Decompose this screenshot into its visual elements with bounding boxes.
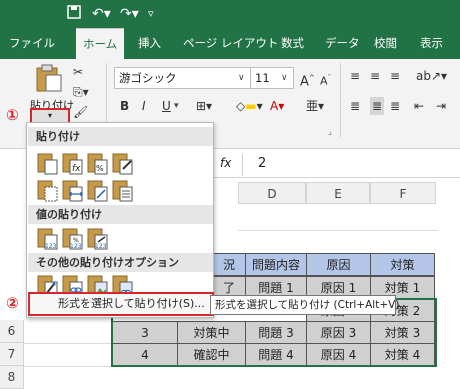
- indent-decrease-icon[interactable]: ⇤: [414, 97, 424, 115]
- svg-text:123: 123: [70, 243, 82, 250]
- table-cell[interactable]: 確認中: [177, 343, 246, 366]
- table-cell[interactable]: 4: [112, 343, 178, 366]
- format-painter-icon[interactable]: 🖌: [73, 103, 88, 121]
- customize-qa-icon[interactable]: ▿: [148, 5, 154, 23]
- paste-keep-column-widths-icon[interactable]: [61, 178, 84, 203]
- align-center-icon[interactable]: ≣: [370, 97, 385, 115]
- section-values-header: 値の貼り付け: [28, 205, 213, 224]
- svg-text:123: 123: [45, 243, 57, 250]
- paste-icon[interactable]: [36, 151, 59, 176]
- save-icon[interactable]: [67, 5, 81, 24]
- table-cell[interactable]: 原因 4: [306, 343, 371, 366]
- paste-no-borders-icon[interactable]: [36, 178, 59, 203]
- chevron-down-icon[interactable]: ▾: [174, 101, 179, 111]
- align-middle-icon[interactable]: ≡: [370, 67, 380, 85]
- paste-keep-source-formatting-icon[interactable]: [111, 151, 134, 176]
- tab-data[interactable]: データ: [325, 28, 360, 59]
- chevron-down-icon[interactable]: ∨: [238, 73, 245, 83]
- svg-text:123: 123: [95, 243, 107, 250]
- svg-text:%: %: [96, 164, 104, 173]
- table-cell[interactable]: 原因 3: [306, 321, 371, 344]
- cut-icon[interactable]: ✂: [73, 63, 83, 81]
- tab-file[interactable]: ファイル: [9, 28, 55, 59]
- paste-values-number-format-icon[interactable]: %123: [61, 226, 84, 251]
- section-other-options-header: その他の貼り付けオプション: [28, 253, 213, 272]
- orientation-icon[interactable]: ab↗▾: [416, 67, 447, 85]
- divider: [340, 63, 341, 137]
- row-header-6[interactable]: 6: [0, 320, 24, 343]
- paste-options-menu: 貼り付け fx % 値の貼り付け 123 % 123 123 その他の貼り付けオプ…: [26, 122, 214, 318]
- section-paste-header: 貼り付け: [28, 127, 213, 146]
- phonetic-icon[interactable]: 亜▾: [306, 97, 324, 115]
- insert-function-icon[interactable]: fx: [220, 156, 231, 170]
- dialog-launcher-icon[interactable]: ⌟: [328, 127, 332, 136]
- align-top-icon[interactable]: ≡: [350, 67, 360, 85]
- indent-increase-icon[interactable]: ⇥: [436, 97, 446, 115]
- align-right-icon[interactable]: ≣: [390, 97, 400, 115]
- table-cell[interactable]: 対策 4: [370, 343, 435, 366]
- tab-view[interactable]: 表示: [420, 28, 443, 59]
- clipboard-icon: [34, 63, 64, 96]
- redo-icon[interactable]: ↷▾: [120, 5, 139, 23]
- formula-bar: ⋮ fx 2: [200, 152, 460, 178]
- svg-text:fx: fx: [72, 164, 81, 174]
- table-cell[interactable]: 問題 4: [245, 343, 307, 366]
- table-cell[interactable]: 対策 3: [370, 321, 435, 344]
- step-marker-1: ①: [6, 106, 19, 124]
- table-header-cell[interactable]: 況: [212, 253, 246, 276]
- paste-values-source-formatting-icon[interactable]: 123: [86, 226, 109, 251]
- tab-review[interactable]: 校閲: [374, 28, 397, 59]
- table-header-cell[interactable]: 対策: [370, 253, 435, 276]
- table-header-cell[interactable]: 問題内容: [245, 253, 307, 276]
- bold-button[interactable]: B: [120, 97, 129, 115]
- paste-transpose-icon[interactable]: [86, 178, 109, 203]
- tab-home[interactable]: ホーム: [76, 28, 125, 59]
- gridline: [24, 343, 114, 344]
- font-shrink-icon[interactable]: Aˇ: [320, 69, 331, 91]
- font-grow-icon[interactable]: A^: [300, 69, 315, 91]
- step-marker-2: ②: [6, 294, 19, 312]
- chevron-down-icon[interactable]: ∨: [281, 73, 288, 83]
- paste-formulas-icon[interactable]: fx: [61, 151, 84, 176]
- align-bottom-icon[interactable]: ≡: [390, 67, 400, 85]
- table-cell[interactable]: 問題 3: [245, 321, 307, 344]
- italic-button[interactable]: I: [142, 97, 146, 115]
- paste-values-icon[interactable]: 123: [36, 226, 59, 251]
- title-bar: ↶▾ ↷▾ ▿: [0, 0, 460, 28]
- paste-values-icon-alt[interactable]: [111, 178, 134, 203]
- paste-formulas-number-format-icon[interactable]: %: [86, 151, 109, 176]
- table-header-cell[interactable]: 原因: [306, 253, 371, 276]
- column-header-d[interactable]: D: [238, 182, 306, 204]
- row-header-7[interactable]: 7: [0, 343, 24, 366]
- underline-button[interactable]: U: [162, 97, 171, 115]
- align-left-icon[interactable]: ≣: [350, 97, 360, 115]
- column-header-e[interactable]: E: [306, 182, 370, 204]
- row-header-8[interactable]: 8: [0, 366, 24, 389]
- table-cell[interactable]: 3: [112, 321, 178, 344]
- copy-icon[interactable]: ⎘▾: [73, 83, 89, 101]
- undo-icon[interactable]: ↶▾: [92, 5, 111, 23]
- divider: [242, 154, 243, 176]
- ribbon-tabs: ファイル ホーム 挿入 ページ レイアウト 数式 データ 校閲 表示: [0, 28, 460, 59]
- paste-special-tooltip: 形式を選択して貼り付け (Ctrl+Alt+V): [210, 295, 399, 315]
- paste-special-menu-item[interactable]: 形式を選択して貼り付け(S)...: [28, 292, 214, 316]
- fill-color-icon[interactable]: ◇▬▾: [236, 97, 263, 115]
- tab-insert[interactable]: 挿入: [138, 28, 161, 59]
- tab-page-layout[interactable]: ページ レイアウト: [183, 28, 278, 59]
- table-cell[interactable]: 対策中: [177, 321, 246, 344]
- gridline: [238, 230, 438, 231]
- formula-input[interactable]: 2: [258, 156, 266, 171]
- column-header-f[interactable]: F: [370, 182, 436, 204]
- borders-icon[interactable]: ⊞▾: [196, 97, 212, 115]
- font-name-field[interactable]: 游ゴシック: [114, 67, 252, 89]
- gridline: [24, 366, 114, 367]
- font-color-icon[interactable]: A▾: [270, 97, 284, 115]
- tab-formulas[interactable]: 数式: [281, 28, 304, 59]
